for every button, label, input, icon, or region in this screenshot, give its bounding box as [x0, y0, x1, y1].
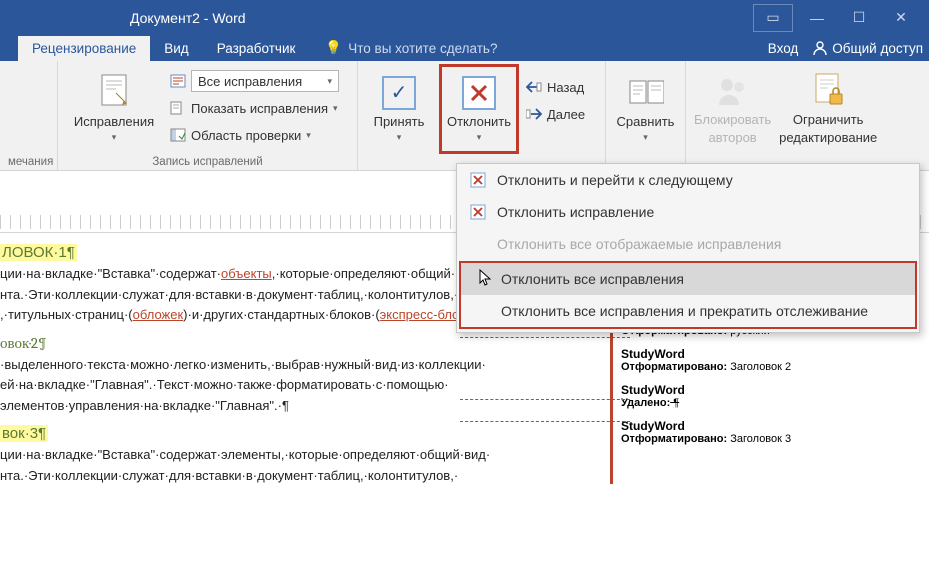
accept-icon: ✓: [381, 75, 417, 111]
pane-icon: [170, 127, 186, 143]
accept-button[interactable]: ✓ Принять ▾: [366, 65, 432, 153]
para: ции·на·вкладке·"Вставка"·содержат·элемен…: [0, 446, 602, 464]
highlighted-section: Отклонить все исправления Отклонить все …: [459, 261, 917, 329]
window-title: Документ2 - Word: [130, 10, 246, 26]
reject-and-next[interactable]: Отклонить и перейти к следующему: [457, 164, 919, 196]
maximize-icon[interactable]: ☐: [841, 4, 877, 32]
ribbon: мечания Исправления ▾ Все исправления▾: [0, 61, 929, 171]
title-bar: Документ2 - Word ▭ — ☐ ✕: [0, 0, 929, 35]
ribbon-display-icon[interactable]: ▭: [753, 4, 793, 32]
revision-item[interactable]: StudyWord Отформатировано: Заголовок 3: [621, 419, 921, 445]
track-changes-button[interactable]: Исправления ▾: [66, 65, 162, 153]
show-markup-button[interactable]: Показать исправления ▾: [170, 96, 339, 120]
tab-review[interactable]: Рецензирование: [18, 36, 150, 61]
compare-button[interactable]: Сравнить ▾: [614, 65, 677, 153]
display-mode-select[interactable]: Все исправления▾: [170, 69, 339, 93]
reject-all-shown: Отклонить все отображаемые исправления: [457, 228, 919, 260]
next-arrow-icon: [526, 106, 542, 122]
para: ·выделенного·текста·можно·легко·изменить…: [0, 356, 602, 374]
bulb-icon: 💡: [325, 40, 342, 56]
group-label-tracking: Запись исправлений: [66, 154, 349, 168]
display-icon: [170, 73, 186, 89]
compare-icon: [628, 75, 664, 111]
minimize-icon[interactable]: —: [799, 4, 835, 32]
next-button[interactable]: Далее: [526, 102, 585, 126]
group-label-notes: мечания: [8, 154, 49, 168]
share-button[interactable]: Общий доступ: [812, 40, 923, 56]
revision-item[interactable]: StudyWord Удалено: ¶: [621, 383, 921, 409]
login-link[interactable]: Вход: [768, 41, 799, 56]
reject-small-icon: [469, 171, 487, 189]
revision-item[interactable]: StudyWord Отформатировано: Заголовок 2: [621, 347, 921, 373]
reject-all[interactable]: Отклонить все исправления: [461, 263, 915, 295]
chevron-down-icon: ▾: [112, 133, 117, 143]
restrict-editing-button[interactable]: Ограничить редактирование: [779, 65, 877, 153]
cursor-icon: [479, 269, 493, 287]
reject-icon: [461, 75, 497, 111]
reject-dropdown: Отклонить и перейти к следующему Отклони…: [456, 163, 920, 333]
tab-view[interactable]: Вид: [150, 36, 202, 61]
back-arrow-icon: [526, 79, 542, 95]
close-icon[interactable]: ✕: [883, 4, 919, 32]
heading-1: ЛОВОК·1¶: [0, 243, 77, 261]
reject-small-icon: [469, 203, 487, 221]
reject-all-stop-tracking[interactable]: Отклонить все исправления и прекратить о…: [461, 295, 915, 327]
tell-me-search[interactable]: 💡 Что вы хотите сделать?: [325, 40, 497, 61]
previous-button[interactable]: Назад: [526, 75, 585, 99]
markup-icon: [170, 100, 186, 116]
share-icon: [812, 40, 828, 56]
ribbon-tabs: Рецензирование Вид Разработчик 💡 Что вы …: [0, 35, 929, 61]
reject-change[interactable]: Отклонить исправление: [457, 196, 919, 228]
review-pane-button[interactable]: Область проверки ▾: [170, 123, 339, 147]
para: ей·на·вкладке·"Главная".·Текст·можно·так…: [0, 376, 602, 394]
heading-2: овок·2¶: [0, 334, 47, 353]
reject-button[interactable]: Отклонить ▾: [440, 65, 518, 153]
tab-developer[interactable]: Разработчик: [203, 36, 310, 61]
para: нта.·Эти·коллекции·служат·для·вставки·в·…: [0, 467, 602, 485]
restrict-icon: [810, 73, 846, 109]
block-authors-icon: [715, 73, 751, 109]
block-authors-button: Блокировать авторов: [694, 65, 771, 153]
heading-3: вок·3¶: [0, 424, 48, 442]
revisions-icon: [96, 75, 132, 111]
